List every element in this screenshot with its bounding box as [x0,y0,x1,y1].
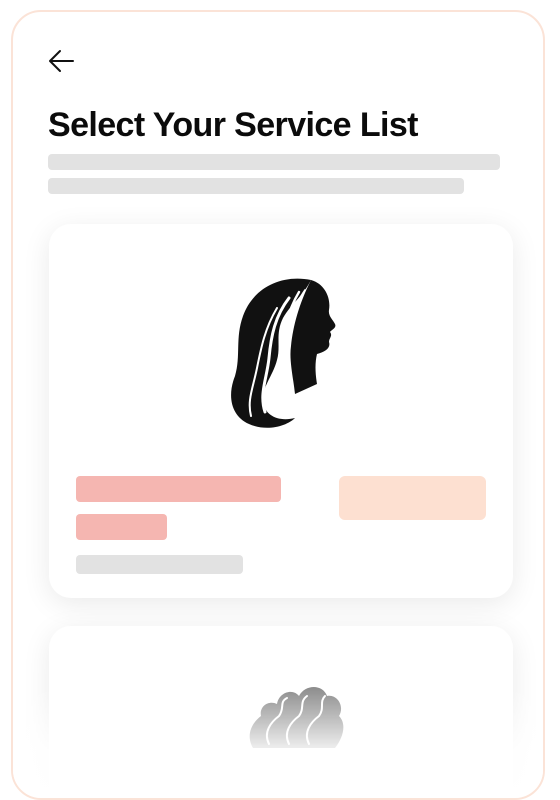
subtitle-placeholder-line-1 [48,154,500,170]
page-title: Select Your Service List [48,106,418,144]
service-name-placeholder [76,476,281,502]
service-card[interactable] [49,626,513,798]
arrow-left-icon [49,50,74,72]
select-button-placeholder[interactable] [339,476,486,520]
subtitle-placeholder-line-2 [48,178,464,194]
phone-frame: Select Your Service List [11,10,545,800]
service-card[interactable] [49,224,513,598]
woman-long-hair-icon [231,278,336,428]
curly-hair-icon [249,687,344,748]
service-desc-placeholder [76,555,243,574]
back-button[interactable] [47,46,77,76]
service-price-placeholder [76,514,167,540]
